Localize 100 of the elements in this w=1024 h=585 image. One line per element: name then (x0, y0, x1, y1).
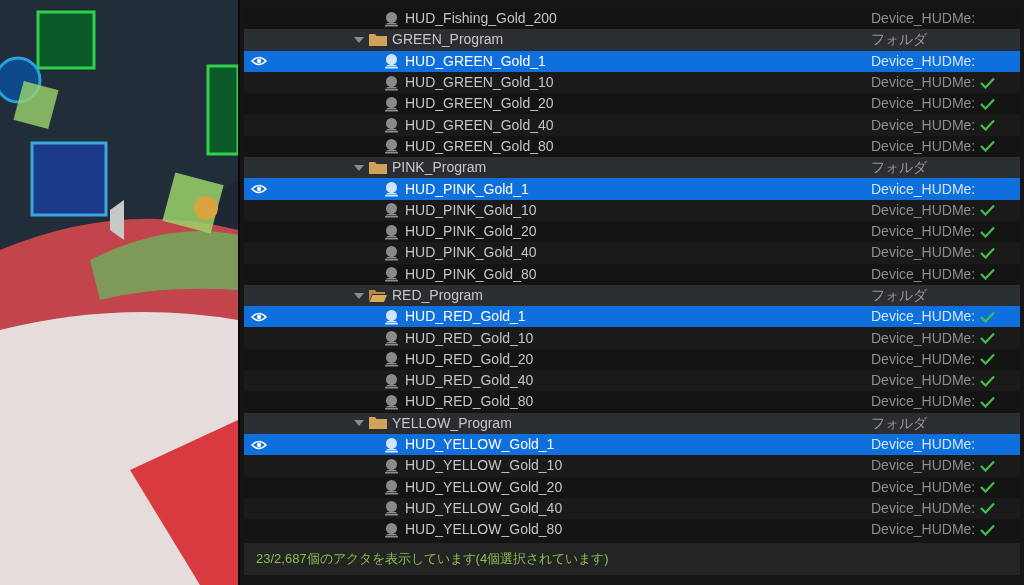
item-name: HUD_RED_Gold_40 (405, 371, 534, 391)
checkmark-icon (979, 204, 995, 217)
checkmark-icon (979, 523, 995, 536)
eye-icon[interactable] (251, 184, 267, 194)
checkmark-icon (979, 119, 995, 132)
expand-arrow-icon[interactable] (354, 162, 364, 173)
type-label: Device_HUDMe: (871, 222, 977, 242)
type-label: フォルダ (871, 413, 928, 433)
outliner-row[interactable]: PINK_Program フォルダ (244, 157, 1020, 179)
item-name: RED_Program (392, 286, 484, 305)
expand-arrow-icon[interactable] (354, 290, 364, 301)
item-name: HUD_RED_Gold_1 (405, 307, 526, 327)
type-label: Device_HUDMe: (871, 200, 977, 220)
outliner-row[interactable]: YELLOW_Program フォルダ (244, 412, 1020, 434)
type-label: Device_HUDMe: (871, 136, 977, 156)
folder-icon (369, 160, 387, 175)
status-bar-text: 23/2,687個のアクタを表示しています(4個選択されています) (244, 543, 1020, 575)
outliner-row[interactable]: HUD_RED_Gold_1 Device_HUDMe: (244, 306, 1020, 328)
type-label: Device_HUDMe: (871, 371, 977, 391)
actor-icon (384, 74, 399, 91)
actor-icon (384, 138, 399, 155)
eye-icon[interactable] (251, 56, 267, 67)
type-label: Device_HUDMe: (871, 243, 977, 263)
checkmark-icon (979, 310, 995, 323)
outliner-row[interactable]: HUD_YELLOW_Gold_1 Device_HUDMe: (244, 433, 1020, 456)
item-name: GREEN_Program (392, 30, 504, 50)
item-name: HUD_YELLOW_Gold_40 (405, 498, 563, 518)
type-label: Device_HUDMe: (871, 179, 977, 199)
actor-icon (384, 372, 399, 389)
item-name: HUD_PINK_Gold_1 (405, 179, 529, 199)
actor-icon (384, 457, 399, 474)
checkmark-icon (979, 353, 995, 366)
outliner-row[interactable]: HUD_GREEN_Gold_1 Device_HUDMe: (244, 50, 1020, 72)
item-name: HUD_YELLOW_Gold_1 (405, 435, 555, 455)
item-name: HUD_PINK_Gold_40 (405, 243, 537, 263)
checkmark-icon (979, 140, 995, 153)
item-name: HUD_GREEN_Gold_20 (405, 94, 554, 114)
item-name: HUD_RED_Gold_20 (405, 349, 534, 369)
type-label: Device_HUDMe: (871, 115, 977, 135)
actor-icon (384, 202, 399, 219)
outliner-row[interactable]: HUD_PINK_Gold_1 Device_HUDMe: (244, 178, 1020, 200)
checkmark-icon (979, 268, 995, 281)
actor-icon (384, 117, 399, 134)
expand-arrow-icon[interactable] (354, 34, 364, 45)
item-name: HUD_PINK_Gold_80 (405, 264, 537, 284)
checkmark-icon (979, 459, 995, 472)
item-name: HUD_RED_Gold_10 (405, 328, 534, 348)
checkmark-icon (979, 374, 995, 387)
actor-icon (384, 10, 399, 27)
type-label: Device_HUDMe: (871, 477, 977, 497)
actor-icon (384, 244, 399, 261)
item-name: HUD_YELLOW_Gold_10 (405, 456, 563, 476)
type-label: Device_HUDMe: (871, 498, 977, 518)
outliner-row[interactable]: RED_Program フォルダ (244, 284, 1020, 307)
outliner-row[interactable]: HUD_RED_Gold_40 Device_HUDMe: (244, 370, 1020, 392)
outliner-row[interactable]: GREEN_Program フォルダ (244, 29, 1020, 51)
folder-icon (369, 416, 387, 431)
type-label: フォルダ (871, 286, 928, 305)
actor-icon (384, 95, 399, 112)
eye-icon[interactable] (251, 439, 267, 450)
outliner-row[interactable]: HUD_YELLOW_Gold_40 Device_HUDMe: (244, 497, 1020, 520)
type-label: Device_HUDMe: (871, 435, 977, 455)
type-label: Device_HUDMe: (871, 73, 977, 93)
type-label: Device_HUDMe: (871, 328, 977, 348)
actor-icon (384, 266, 399, 283)
checkmark-icon (979, 225, 995, 238)
outliner-row[interactable]: HUD_PINK_Gold_10 Device_HUDMe: (244, 199, 1020, 221)
actor-icon (384, 53, 399, 70)
checkmark-icon (979, 396, 995, 408)
actor-icon (384, 181, 399, 197)
type-label: Device_HUDMe: (871, 51, 977, 71)
type-label: Device_HUDMe: (871, 94, 977, 114)
item-name: HUD_GREEN_Gold_80 (405, 136, 554, 156)
type-label: Device_HUDMe: (871, 264, 977, 284)
type-label: フォルダ (871, 30, 928, 50)
item-name: HUD_RED_Gold_80 (405, 392, 534, 412)
actor-icon (384, 436, 399, 453)
outliner-row[interactable]: HUD_RED_Gold_10 Device_HUDMe: (244, 327, 1020, 349)
outliner-row[interactable]: HUD_PINK_Gold_40 Device_HUDMe: (244, 242, 1020, 264)
item-name: HUD_GREEN_Gold_40 (405, 115, 554, 135)
actor-icon (384, 330, 399, 347)
item-name: PINK_Program (392, 158, 487, 178)
outliner-row[interactable]: HUD_YELLOW_Gold_10 Device_HUDMe: (244, 455, 1020, 477)
eye-icon[interactable] (251, 311, 267, 322)
actor-icon (384, 351, 399, 368)
outliner-row[interactable]: HUD_GREEN_Gold_10 Device_HUDMe: (244, 71, 1020, 94)
checkmark-icon (979, 332, 995, 345)
actor-icon (384, 308, 399, 325)
type-label: Device_HUDMe: (871, 307, 977, 327)
outliner-row[interactable]: HUD_GREEN_Gold_40 Device_HUDMe: (244, 114, 1020, 136)
item-name: HUD_YELLOW_Gold_80 (405, 520, 563, 540)
actor-icon (384, 223, 399, 240)
checkmark-icon (979, 76, 995, 89)
actor-icon (384, 394, 399, 410)
checkmark-icon (979, 502, 995, 515)
item-name: YELLOW_Program (392, 413, 512, 433)
type-label: Device_HUDMe: (871, 349, 977, 369)
item-name: HUD_GREEN_Gold_10 (405, 73, 554, 93)
checkmark-icon (979, 246, 995, 259)
folder-icon (369, 32, 387, 47)
